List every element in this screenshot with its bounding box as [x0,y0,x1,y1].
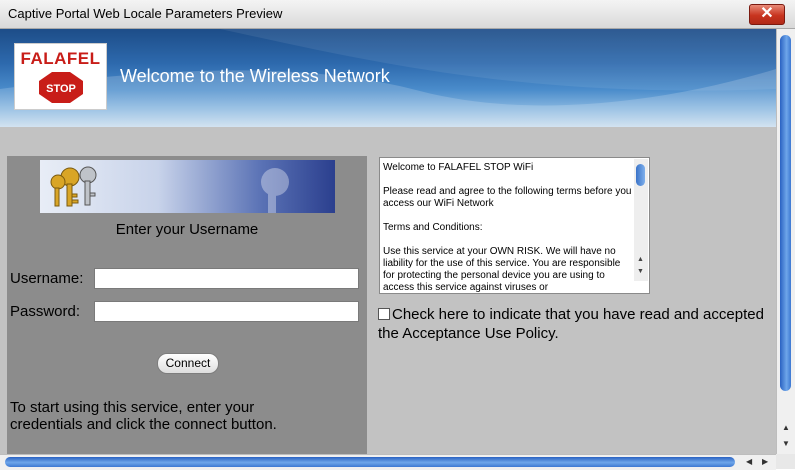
page-vscroll-thumb[interactable] [780,35,791,391]
username-field[interactable] [94,268,359,289]
page-hscroll-thumb[interactable] [5,457,735,467]
header-banner: FALAFEL STOP Welcome to the Wireless Net… [0,29,776,127]
scroll-up-icon[interactable]: ▲ [637,256,644,263]
connect-button[interactable]: Connect [157,353,219,374]
window-titlebar: Captive Portal Web Locale Parameters Pre… [0,0,795,29]
acceptance-label: Check here to indicate that you have rea… [378,306,764,342]
scroll-up-icon[interactable]: ▲ [782,423,790,432]
acceptance-row: Check here to indicate that you have rea… [378,305,768,343]
terms-paragraph: Use this service at your OWN RISK. We wi… [383,246,621,293]
terms-paragraph: Please read and agree to the following t… [383,186,632,209]
logo-wordmark: FALAFEL [20,49,101,68]
terms-scroll-thumb[interactable] [636,164,645,186]
scroll-right-icon[interactable]: ▶ [762,457,768,466]
scroll-corner [776,454,795,469]
terms-paragraph: Terms and Conditions: [383,222,483,233]
scroll-down-icon[interactable]: ▼ [782,439,790,448]
keys-icon [50,166,289,213]
keys-banner [40,160,335,213]
page-vertical-scrollbar[interactable]: ▲ ▼ [776,29,795,454]
password-field[interactable] [94,301,359,322]
page-title: Welcome to the Wireless Network [120,66,390,86]
scroll-down-icon[interactable]: ▼ [637,268,644,275]
preview-viewport: FALAFEL STOP Welcome to the Wireless Net… [0,29,776,454]
username-label: Username: [10,270,84,287]
terms-paragraph: Welcome to FALAFEL STOP WiFi [383,162,534,173]
terms-content: Welcome to FALAFEL STOP WiFi Please read… [383,162,633,293]
page-horizontal-scrollbar[interactable]: ◀ ▶ [0,454,776,470]
login-panel: Enter your Username Username: Password: … [7,156,367,454]
close-icon[interactable]: ✕ [749,4,785,25]
stop-sign-label: STOP [46,83,76,95]
terms-textbox[interactable]: Welcome to FALAFEL STOP WiFi Please read… [379,157,650,294]
terms-scrollbar[interactable]: ▲ ▼ [634,159,648,281]
stop-sign-icon: STOP [39,72,83,103]
acceptance-checkbox[interactable] [378,308,390,320]
enter-username-prompt: Enter your Username [115,221,259,238]
password-label: Password: [10,303,81,320]
scroll-left-icon[interactable]: ◀ [746,457,752,466]
falafel-stop-logo: FALAFEL STOP [14,43,107,110]
window-title: Captive Portal Web Locale Parameters Pre… [8,6,283,21]
login-instructions: To start using this service, enter your … [10,399,277,433]
